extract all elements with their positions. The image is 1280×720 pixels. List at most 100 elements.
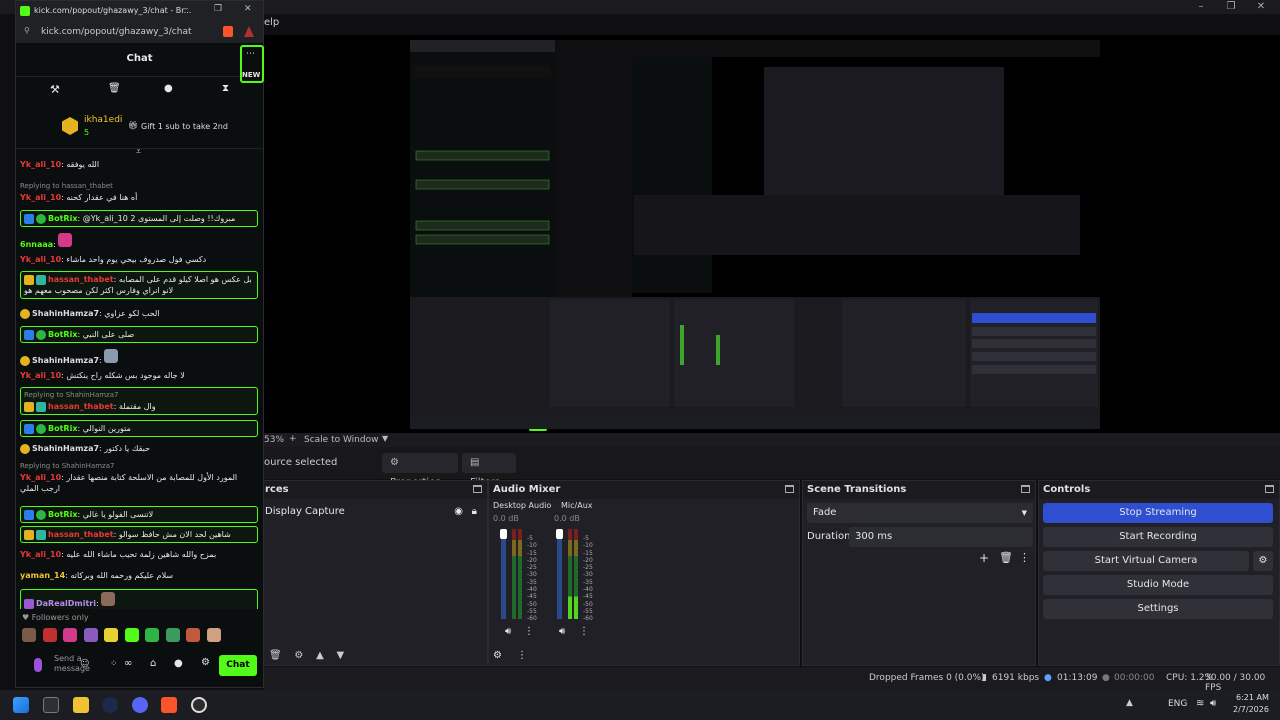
close-icon[interactable]: ✕ [244, 4, 252, 14]
username[interactable]: Yk_ali_10 [20, 160, 61, 169]
emote-icon[interactable] [145, 628, 159, 642]
address-bar[interactable]: ⚲ kick.com/popout/ghazawy_3/chat [16, 21, 263, 43]
emote-icon[interactable] [22, 628, 36, 642]
emote-icon[interactable] [206, 628, 221, 642]
maximize-icon[interactable]: ❐ [1218, 0, 1244, 14]
minimize-icon[interactable]: – [1188, 0, 1214, 14]
gift-leaderboard[interactable]: ikha1edi 5 🎁︎ Gift 1 sub to take 2nd [16, 103, 263, 149]
reply-context[interactable]: Replying to ShahinHamza7 [20, 461, 258, 472]
kebab-menu-icon[interactable]: ⋮ [517, 650, 527, 661]
chevron-up-icon[interactable]: ▲ [1126, 698, 1133, 708]
brave-shield-icon[interactable] [223, 26, 233, 37]
gear-icon[interactable]: ⚙ [294, 650, 303, 661]
reply-context[interactable]: Replying to hassan_thabet [20, 181, 258, 192]
chat-message[interactable]: Yk_ali_10: دكسي فول صدروف بيحي يوم واحد … [20, 254, 258, 265]
mic-volume-slider[interactable] [556, 529, 563, 619]
settings-button[interactable]: Settings [1043, 599, 1273, 619]
hourglass-icon[interactable]: ⧗ [222, 83, 229, 94]
username[interactable]: Yk_ali_10 [20, 193, 61, 202]
emote-icon[interactable] [63, 628, 77, 642]
emoji-icon[interactable]: ☺ [80, 659, 89, 669]
zoom-level[interactable]: 53% [264, 435, 284, 445]
dock-float-icon[interactable] [785, 485, 794, 493]
plus-icon[interactable]: + [289, 434, 297, 444]
username[interactable]: 6nnaaa [20, 240, 53, 249]
language-indicator[interactable]: ENG [1168, 699, 1187, 709]
chat-message[interactable]: yaman_14: سلام عليكم ورحمه الله وبركاته [20, 570, 258, 581]
chat-message[interactable]: Yk_ali_10: بمزح والله شاهين زلمة تحيب ما… [20, 549, 258, 560]
emote-icon[interactable] [124, 628, 139, 642]
start-recording-button[interactable]: Start Recording [1043, 527, 1273, 547]
slider-handle[interactable] [500, 529, 507, 539]
speaker-icon[interactable]: 🔊︎ [505, 626, 511, 637]
microphone-icon[interactable] [34, 658, 42, 672]
volume-icon[interactable]: 🔊︎ [1210, 698, 1216, 709]
chat-message[interactable]: BotRix: @Yk_ali_10 ‏مبروك!! وصلت إلى الم… [20, 210, 258, 227]
virtual-camera-settings-icon[interactable]: ⚙ [1253, 551, 1273, 571]
windows-start-icon[interactable] [13, 697, 29, 713]
slider-handle[interactable] [556, 529, 563, 539]
studio-mode-button[interactable]: Studio Mode [1043, 575, 1273, 595]
duration-input[interactable]: 300 ms [849, 527, 1033, 547]
store-icon[interactable]: ⌂ [150, 658, 156, 669]
username[interactable]: ShahinHamza7 [32, 309, 99, 318]
trash-icon[interactable]: 🗑︎ [999, 551, 1013, 564]
obs-preview[interactable] [264, 35, 1280, 433]
username[interactable]: Yk_ali_10 [20, 473, 61, 482]
username[interactable]: BotRix [48, 330, 77, 339]
emote-icon[interactable] [186, 628, 200, 642]
trash-icon[interactable]: 🗑︎ [108, 83, 121, 94]
kebab-menu-icon[interactable]: ⋮ [524, 626, 534, 637]
file-explorer-icon[interactable] [73, 697, 89, 713]
username[interactable]: Yk_ali_10 [20, 371, 61, 380]
collapse-icon[interactable]: ⩡ [136, 147, 141, 157]
username[interactable]: ShahinHamza7 [32, 444, 99, 453]
username[interactable]: hassan_thabet [48, 530, 114, 539]
clock-time[interactable]: 6:21 AM [1236, 693, 1269, 702]
chat-message[interactable]: BotRix: صلى على النبي [20, 326, 258, 343]
chevron-down-icon[interactable]: ▼ [382, 434, 388, 443]
chat-message[interactable]: hassan_thabet: شاهين لحد الان مش حافظ سو… [20, 526, 258, 543]
emote-icon[interactable] [42, 628, 57, 642]
properties-button[interactable]: ⚙ Properties [382, 453, 458, 488]
username[interactable]: BotRix [48, 424, 77, 433]
chat-message[interactable]: ShahinHamza7: حبقك يا دكتور [20, 443, 258, 454]
emote-icon[interactable] [165, 628, 180, 642]
source-item[interactable]: Display Capture ◉ 🔒︎ [265, 503, 483, 521]
obs-icon[interactable] [191, 697, 207, 713]
chat-message[interactable]: DaRealDmitri: [20, 589, 258, 609]
send-chat-button[interactable]: Chat [219, 655, 257, 676]
username[interactable]: yaman_14 [20, 571, 65, 580]
dock-float-icon[interactable] [1265, 485, 1274, 493]
chat-message[interactable]: hassan_thabet: بل عكس هو اصلا كيلو قدم ع… [20, 271, 258, 299]
username[interactable]: BotRix [48, 214, 77, 223]
speaker-icon[interactable]: 🔊︎ [559, 626, 565, 637]
infinity-icon[interactable]: ∞ [124, 658, 132, 669]
chat-message[interactable]: BotRix: متورين النوالي [20, 420, 258, 437]
username[interactable]: hassan_thabet [48, 275, 114, 284]
chat-message[interactable]: Replying to hassan_thabet Yk_ali_10: أه ه… [20, 181, 258, 203]
discord-icon[interactable] [132, 697, 148, 713]
chat-message[interactable]: 6nnaaa: [20, 233, 258, 250]
brave-icon[interactable] [161, 697, 177, 713]
arrow-up-icon[interactable]: ▲ [316, 650, 324, 661]
emote-icon[interactable] [104, 628, 118, 642]
kebab-menu-icon[interactable]: ⋮ [1019, 551, 1030, 564]
chat-message[interactable]: ShahinHamza7: [20, 349, 258, 366]
close-icon[interactable]: ✕ [1248, 0, 1274, 14]
dock-float-icon[interactable] [1021, 485, 1030, 493]
desktop-volume-slider[interactable] [500, 529, 507, 619]
username[interactable]: Yk_ali_10 [20, 255, 61, 264]
username[interactable]: Yk_ali_10 [20, 550, 61, 559]
transition-select[interactable]: Fade ▼ [807, 503, 1033, 523]
eye-icon[interactable]: ◉ [454, 503, 463, 521]
site-settings-icon[interactable]: ⚲ [24, 26, 30, 35]
wifi-icon[interactable]: ≋ [1196, 698, 1204, 709]
chat-message[interactable]: Yk_ali_10: الله يوفقه [20, 159, 258, 170]
reply-context[interactable]: Replying to ShahinHamza7 [24, 390, 254, 401]
task-view-icon[interactable] [43, 697, 59, 713]
pinned-user[interactable]: ikha1edi [84, 115, 122, 125]
gear-icon[interactable]: ⚙ [201, 657, 210, 668]
steam-icon[interactable] [102, 697, 118, 713]
points-icon[interactable]: ⁘ [110, 659, 118, 669]
